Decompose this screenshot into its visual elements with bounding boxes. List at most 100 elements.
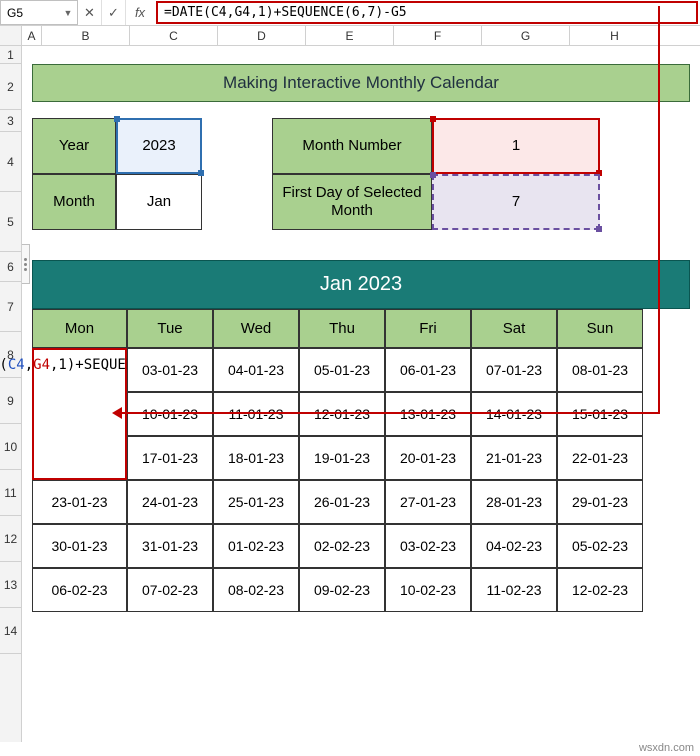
month-number-label: Month Number [272, 118, 432, 174]
calendar-date-cell[interactable]: 02-02-23 [299, 524, 385, 568]
name-box-value: G5 [7, 6, 23, 20]
calendar-date-cell[interactable]: 15-01-23 [557, 392, 643, 436]
calendar-date-cell[interactable]: 21-01-23 [471, 436, 557, 480]
calendar-date-cell[interactable]: 31-01-23 [127, 524, 213, 568]
day-header: Fri [385, 309, 471, 348]
day-header: Sat [471, 309, 557, 348]
calendar-date-cell[interactable]: 12-01-23 [299, 392, 385, 436]
calendar-date-cell[interactable]: 25-01-23 [213, 480, 299, 524]
month-number-value: 1 [512, 137, 520, 155]
calendar-body: =DATE(C4,G4,1)+SEQUENCE(6,7)-G503-01-230… [32, 348, 690, 612]
formula-input[interactable]: =DATE(C4,G4,1)+SEQUENCE(6,7)-G5 [156, 1, 698, 24]
fx-icon[interactable]: fx [126, 0, 154, 25]
formula-bar: G5 ▼ ✕ ✓ fx =DATE(C4,G4,1)+SEQUENCE(6,7)… [0, 0, 700, 26]
column-headers: A B C D E F G H [0, 26, 700, 46]
col-header-D[interactable]: D [218, 26, 306, 45]
year-month-block: Year 2023 Month Jan [32, 118, 202, 230]
calendar-date-cell[interactable]: 22-01-23 [557, 436, 643, 480]
calendar-date-cell[interactable]: 06-01-23 [385, 348, 471, 392]
formula-text: =DATE(C4,G4,1)+SEQUENCE(6,7)-G5 [164, 5, 407, 20]
calendar-title: Jan 2023 [32, 260, 690, 309]
col-header-B[interactable]: B [42, 26, 130, 45]
row-header-11[interactable]: 11 [0, 470, 21, 516]
name-box-dropdown-icon[interactable]: ▼ [61, 3, 75, 22]
watermark: wsxdn.com [639, 742, 694, 754]
row-header-1[interactable]: 1 [0, 46, 21, 64]
calendar-date-cell[interactable]: 11-02-23 [471, 568, 557, 612]
day-header: Wed [213, 309, 299, 348]
calendar-date-cell[interactable]: 27-01-23 [385, 480, 471, 524]
first-day-value: 7 [512, 193, 520, 211]
row-headers: 1 2 3 4 5 6 7 8 9 10 11 12 13 14 [0, 46, 22, 742]
calendar-date-cell[interactable]: 26-01-23 [299, 480, 385, 524]
cancel-icon[interactable]: ✕ [78, 0, 102, 25]
calendar-date-cell[interactable]: 28-01-23 [471, 480, 557, 524]
calendar-date-cell[interactable]: 13-01-23 [385, 392, 471, 436]
name-box[interactable]: G5 ▼ [0, 0, 78, 25]
day-header: Sun [557, 309, 643, 348]
calendar-date-cell[interactable]: 08-01-23 [557, 348, 643, 392]
month-info-block: Month Number 1 First Day of Selected Mon… [272, 118, 600, 230]
col-header-F[interactable]: F [394, 26, 482, 45]
calendar-date-cell[interactable]: 08-02-23 [213, 568, 299, 612]
year-value: 2023 [142, 137, 175, 155]
page-title: Making Interactive Monthly Calendar [32, 64, 690, 102]
col-header-E[interactable]: E [306, 26, 394, 45]
day-header: Mon [32, 309, 127, 348]
calendar-date-cell[interactable]: 10-02-23 [385, 568, 471, 612]
row-header-2[interactable]: 2 [0, 64, 21, 110]
calendar-date-cell[interactable]: 09-02-23 [299, 568, 385, 612]
calendar-date-cell[interactable]: 14-01-23 [471, 392, 557, 436]
row-header-5[interactable]: 5 [0, 192, 21, 252]
annotation-line [658, 6, 660, 414]
calendar-date-cell[interactable]: 05-02-23 [557, 524, 643, 568]
row-header-10[interactable]: 10 [0, 424, 21, 470]
col-header-G[interactable]: G [482, 26, 570, 45]
calendar-date-cell[interactable]: 04-01-23 [213, 348, 299, 392]
first-day-cell[interactable]: 7 [432, 174, 600, 230]
row-header-12[interactable]: 12 [0, 516, 21, 562]
row-header-13[interactable]: 13 [0, 562, 21, 608]
row-header-3[interactable]: 3 [0, 110, 21, 132]
year-label: Year [32, 118, 116, 174]
annotation-arrow-icon [112, 407, 122, 419]
row-header-7[interactable]: 7 [0, 282, 21, 332]
row-header-6[interactable]: 6 [0, 252, 21, 282]
day-header: Thu [299, 309, 385, 348]
calendar-date-cell[interactable]: 03-02-23 [385, 524, 471, 568]
calendar-date-cell[interactable]: 12-02-23 [557, 568, 643, 612]
calendar-date-cell[interactable]: 30-01-23 [32, 524, 127, 568]
select-all-corner[interactable] [0, 26, 22, 45]
row-header-4[interactable]: 4 [0, 132, 21, 192]
calendar-date-cell[interactable]: 11-01-23 [213, 392, 299, 436]
calendar-date-cell[interactable]: 24-01-23 [127, 480, 213, 524]
col-header-A[interactable]: A [22, 26, 42, 45]
col-header-C[interactable]: C [130, 26, 218, 45]
formula-bar-expand-icon[interactable] [22, 244, 30, 284]
calendar-date-cell[interactable]: 18-01-23 [213, 436, 299, 480]
calendar-date-cell[interactable]: 03-01-23 [127, 348, 213, 392]
annotation-line [120, 412, 660, 414]
sheet-content: Making Interactive Monthly Calendar Year… [22, 46, 700, 742]
col-header-H[interactable]: H [570, 26, 660, 45]
calendar-date-cell[interactable]: 07-02-23 [127, 568, 213, 612]
calendar-date-cell[interactable]: 20-01-23 [385, 436, 471, 480]
calendar-date-cell[interactable]: 04-02-23 [471, 524, 557, 568]
year-value-cell[interactable]: 2023 [116, 118, 202, 174]
calendar-date-cell[interactable]: 10-01-23 [127, 392, 213, 436]
row-header-14[interactable]: 14 [0, 608, 21, 654]
confirm-icon[interactable]: ✓ [102, 0, 126, 25]
month-label: Month [32, 174, 116, 230]
month-value: Jan [147, 193, 171, 211]
calendar-date-cell[interactable]: 19-01-23 [299, 436, 385, 480]
calendar-date-cell[interactable]: 17-01-23 [127, 436, 213, 480]
month-value-cell[interactable]: Jan [116, 174, 202, 230]
calendar-date-cell[interactable]: 06-02-23 [32, 568, 127, 612]
calendar-date-cell[interactable]: 01-02-23 [213, 524, 299, 568]
calendar-date-cell[interactable]: 07-01-23 [471, 348, 557, 392]
calendar-date-cell[interactable]: 23-01-23 [32, 480, 127, 524]
calendar-day-headers: Mon Tue Wed Thu Fri Sat Sun [32, 309, 690, 348]
calendar-date-cell[interactable]: 29-01-23 [557, 480, 643, 524]
month-number-cell[interactable]: 1 [432, 118, 600, 174]
calendar-date-cell[interactable]: 05-01-23 [299, 348, 385, 392]
